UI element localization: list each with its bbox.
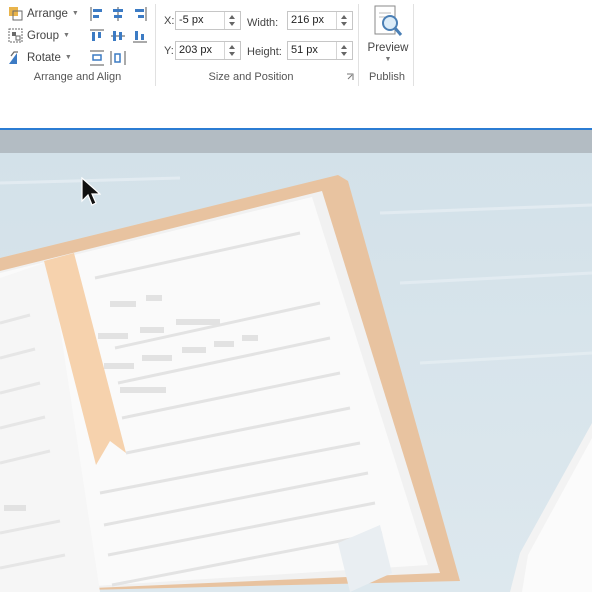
width-value: 216 px (291, 14, 325, 26)
align-center-icon[interactable] (110, 6, 126, 22)
slide-top-band (0, 130, 592, 153)
x-field-label: X: (164, 15, 175, 27)
publish-group-title: Publish (368, 71, 406, 83)
group-button[interactable]: Group ▼ (8, 28, 70, 43)
group-separator (358, 4, 359, 86)
preview-icon (374, 5, 403, 36)
x-spinner-buttons[interactable] (224, 12, 240, 29)
align-middle-icon[interactable] (110, 28, 126, 44)
height-value: 51 px (291, 44, 318, 56)
align-right-icon[interactable] (132, 6, 148, 22)
group-label: Group (27, 29, 59, 42)
chevron-down-icon: ▼ (62, 32, 70, 39)
chevron-down-icon: ▼ (384, 56, 392, 63)
slide-canvas[interactable] (0, 153, 592, 592)
size-and-position-group-title: Size and Position (208, 71, 294, 83)
arrange-button[interactable]: Arrange ▼ (8, 6, 79, 21)
y-position-value: 203 px (179, 44, 213, 56)
preview-button[interactable]: Preview ▼ (366, 4, 410, 63)
distribute-vertical-icon[interactable] (89, 50, 105, 66)
width-spinner[interactable]: 216 px (287, 11, 353, 30)
rotate-label: Rotate (27, 51, 61, 64)
height-spinner-buttons[interactable] (336, 42, 352, 59)
height-field-label: Height: (247, 46, 282, 58)
preview-label: Preview (367, 42, 409, 54)
align-bottom-icon[interactable] (132, 28, 148, 44)
arrange-label: Arrange (27, 7, 68, 20)
y-spinner-buttons[interactable] (224, 42, 240, 59)
ribbon-bottom-area (0, 88, 592, 128)
x-position-value: -5 px (179, 14, 204, 26)
group-separator (413, 4, 414, 86)
chevron-down-icon: ▼ (64, 54, 72, 61)
align-top-icon[interactable] (89, 28, 105, 44)
mouse-cursor-icon (81, 177, 101, 206)
width-spinner-buttons[interactable] (336, 12, 352, 29)
chevron-down-icon: ▼ (71, 10, 79, 17)
distribute-horizontal-icon[interactable] (110, 50, 126, 66)
dialog-launcher-icon[interactable] (346, 73, 354, 81)
arrange-icon (9, 7, 23, 21)
rotate-icon (9, 51, 18, 64)
book-illustration (0, 153, 592, 592)
rotate-button[interactable]: Rotate ▼ (8, 50, 72, 65)
arrange-and-align-group-title: Arrange and Align (33, 71, 122, 83)
group-icon (8, 28, 23, 43)
y-field-label: Y: (164, 45, 174, 57)
height-spinner[interactable]: 51 px (287, 41, 353, 60)
group-separator (155, 4, 156, 86)
align-left-icon[interactable] (89, 6, 105, 22)
y-position-spinner[interactable]: 203 px (175, 41, 241, 60)
width-field-label: Width: (247, 17, 279, 29)
ribbon-toolbar: Arrange ▼ Group ▼ Rotate ▼ Arrange and A… (0, 0, 592, 88)
x-position-spinner[interactable]: -5 px (175, 11, 241, 30)
